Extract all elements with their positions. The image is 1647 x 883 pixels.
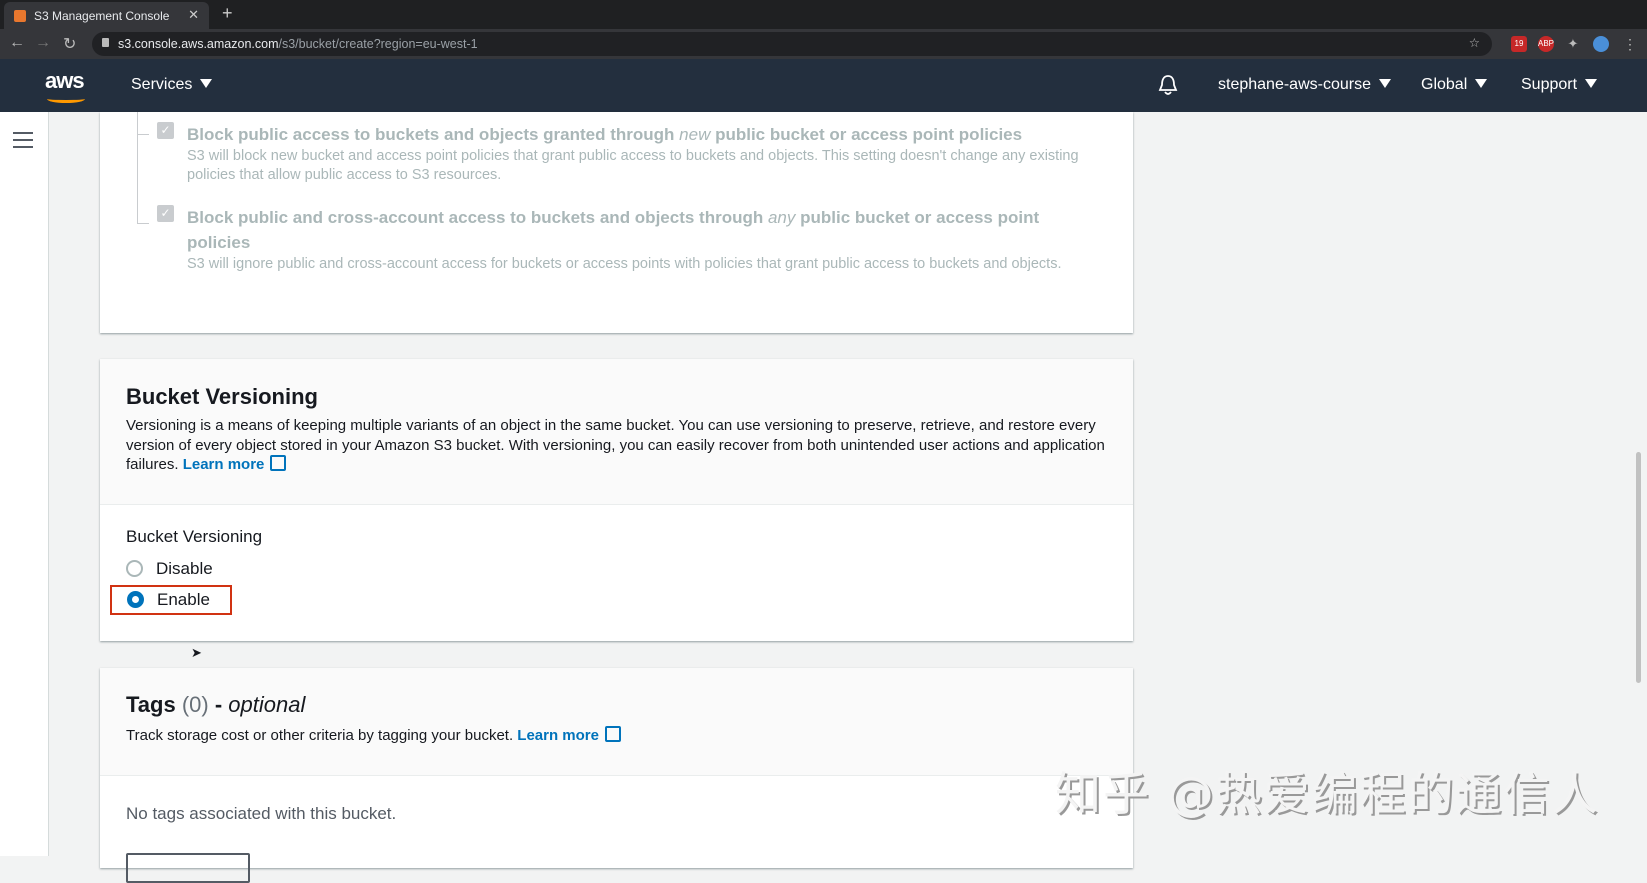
forward-icon[interactable]: → <box>35 34 51 52</box>
url-path: /s3/bucket/create?region=eu-west-1 <box>278 37 478 51</box>
block-new-policies-option: ✓ Block public access to buckets and obj… <box>157 122 1107 185</box>
address-bar-row: ← → ↻ s3.console.aws.amazon.com/s3/bucke… <box>0 29 1647 59</box>
url-host: s3.console.aws.amazon.com <box>118 37 279 51</box>
back-icon[interactable]: ← <box>9 34 25 52</box>
hamburger-menu-icon[interactable] <box>13 132 33 153</box>
no-tags-text: No tags associated with this bucket. <box>126 804 397 823</box>
browser-tab-bar: S3 Management Console ✕ + <box>0 0 1647 29</box>
option-title: Block public access to buckets and objec… <box>187 125 680 144</box>
tags-dash: - <box>208 692 229 717</box>
tags-desc: Track storage cost or other criteria by … <box>126 727 514 744</box>
versioning-heading: Bucket Versioning <box>126 384 318 409</box>
scrollbar-thumb[interactable] <box>1636 452 1641 683</box>
sidebar <box>0 112 49 856</box>
checkbox-checked[interactable]: ✓ <box>157 122 174 139</box>
checkbox-checked[interactable]: ✓ <box>157 205 174 222</box>
radio-label: Disable <box>156 559 213 578</box>
mouse-cursor-icon: ➤ <box>191 645 202 660</box>
lock-icon <box>102 38 109 47</box>
menu-kebab-icon[interactable]: ⋮ <box>1622 36 1638 52</box>
extension-icon[interactable]: 19 <box>1511 36 1527 52</box>
tags-panel: Tags (0) - optional Track storage cost o… <box>100 668 1133 883</box>
radio-label: Enable <box>157 590 210 609</box>
account-menu[interactable]: stephane-aws-course <box>1218 76 1391 94</box>
support-menu[interactable]: Support <box>1521 76 1598 94</box>
tags-optional: optional <box>228 692 306 717</box>
bookmark-star-icon[interactable]: ☆ <box>1469 35 1480 50</box>
option-title: Block public and cross-account access to… <box>187 208 768 227</box>
services-label: Services <box>131 76 193 93</box>
learn-more-link[interactable]: Learn more <box>183 455 287 473</box>
aws-logo[interactable]: aws <box>45 68 85 103</box>
watermark: 知乎 @热爱编程的通信人 <box>1055 767 1600 821</box>
option-desc: S3 will ignore public and cross-account … <box>187 256 1062 272</box>
puzzle-icon[interactable]: ✦ <box>1565 36 1581 52</box>
option-title-em: new <box>679 125 711 144</box>
region-menu[interactable]: Global <box>1421 76 1488 94</box>
learn-more-link[interactable]: Learn more <box>517 726 621 744</box>
adblock-icon[interactable]: ABP <box>1538 36 1554 52</box>
support-label: Support <box>1521 76 1578 93</box>
block-public-access-panel: ✓ Block public access to buckets and obj… <box>100 112 1133 333</box>
tags-count: (0) <box>181 692 209 717</box>
add-tag-button[interactable] <box>126 853 250 883</box>
services-menu[interactable]: Services <box>131 76 213 94</box>
external-link-icon <box>270 455 287 471</box>
radio-enable[interactable]: Enable <box>110 585 232 615</box>
s3-favicon-icon <box>14 9 26 22</box>
option-title-em: any <box>767 208 796 227</box>
close-tab-icon[interactable]: ✕ <box>188 7 199 23</box>
tags-heading: Tags <box>126 692 176 717</box>
account-label: stephane-aws-course <box>1218 76 1371 93</box>
tab-title: S3 Management Console <box>34 8 170 23</box>
bucket-versioning-panel: Bucket Versioning Versioning is a means … <box>100 359 1133 641</box>
aws-top-nav: aws Services stephane-aws-course Global … <box>0 59 1647 112</box>
new-tab-icon[interactable]: + <box>222 3 233 24</box>
radio-button-selected[interactable] <box>127 591 144 608</box>
versioning-field-label: Bucket Versioning <box>126 527 263 546</box>
bell-icon[interactable] <box>1158 74 1178 96</box>
region-label: Global <box>1421 76 1468 93</box>
url-input[interactable]: s3.console.aws.amazon.com/s3/bucket/crea… <box>92 32 1492 56</box>
browser-tab[interactable]: S3 Management Console ✕ <box>4 2 209 29</box>
block-cross-account-option: ✓ Block public and cross-account access … <box>157 205 1077 274</box>
reload-icon[interactable]: ↻ <box>63 34 76 54</box>
option-desc: S3 will block new bucket and access poin… <box>187 148 1079 183</box>
radio-button[interactable] <box>126 560 143 577</box>
radio-disable[interactable]: Disable <box>126 559 1107 579</box>
profile-avatar[interactable] <box>1593 36 1609 52</box>
external-link-icon <box>605 726 621 742</box>
option-title-rest: public bucket or access point policies <box>710 125 1023 144</box>
